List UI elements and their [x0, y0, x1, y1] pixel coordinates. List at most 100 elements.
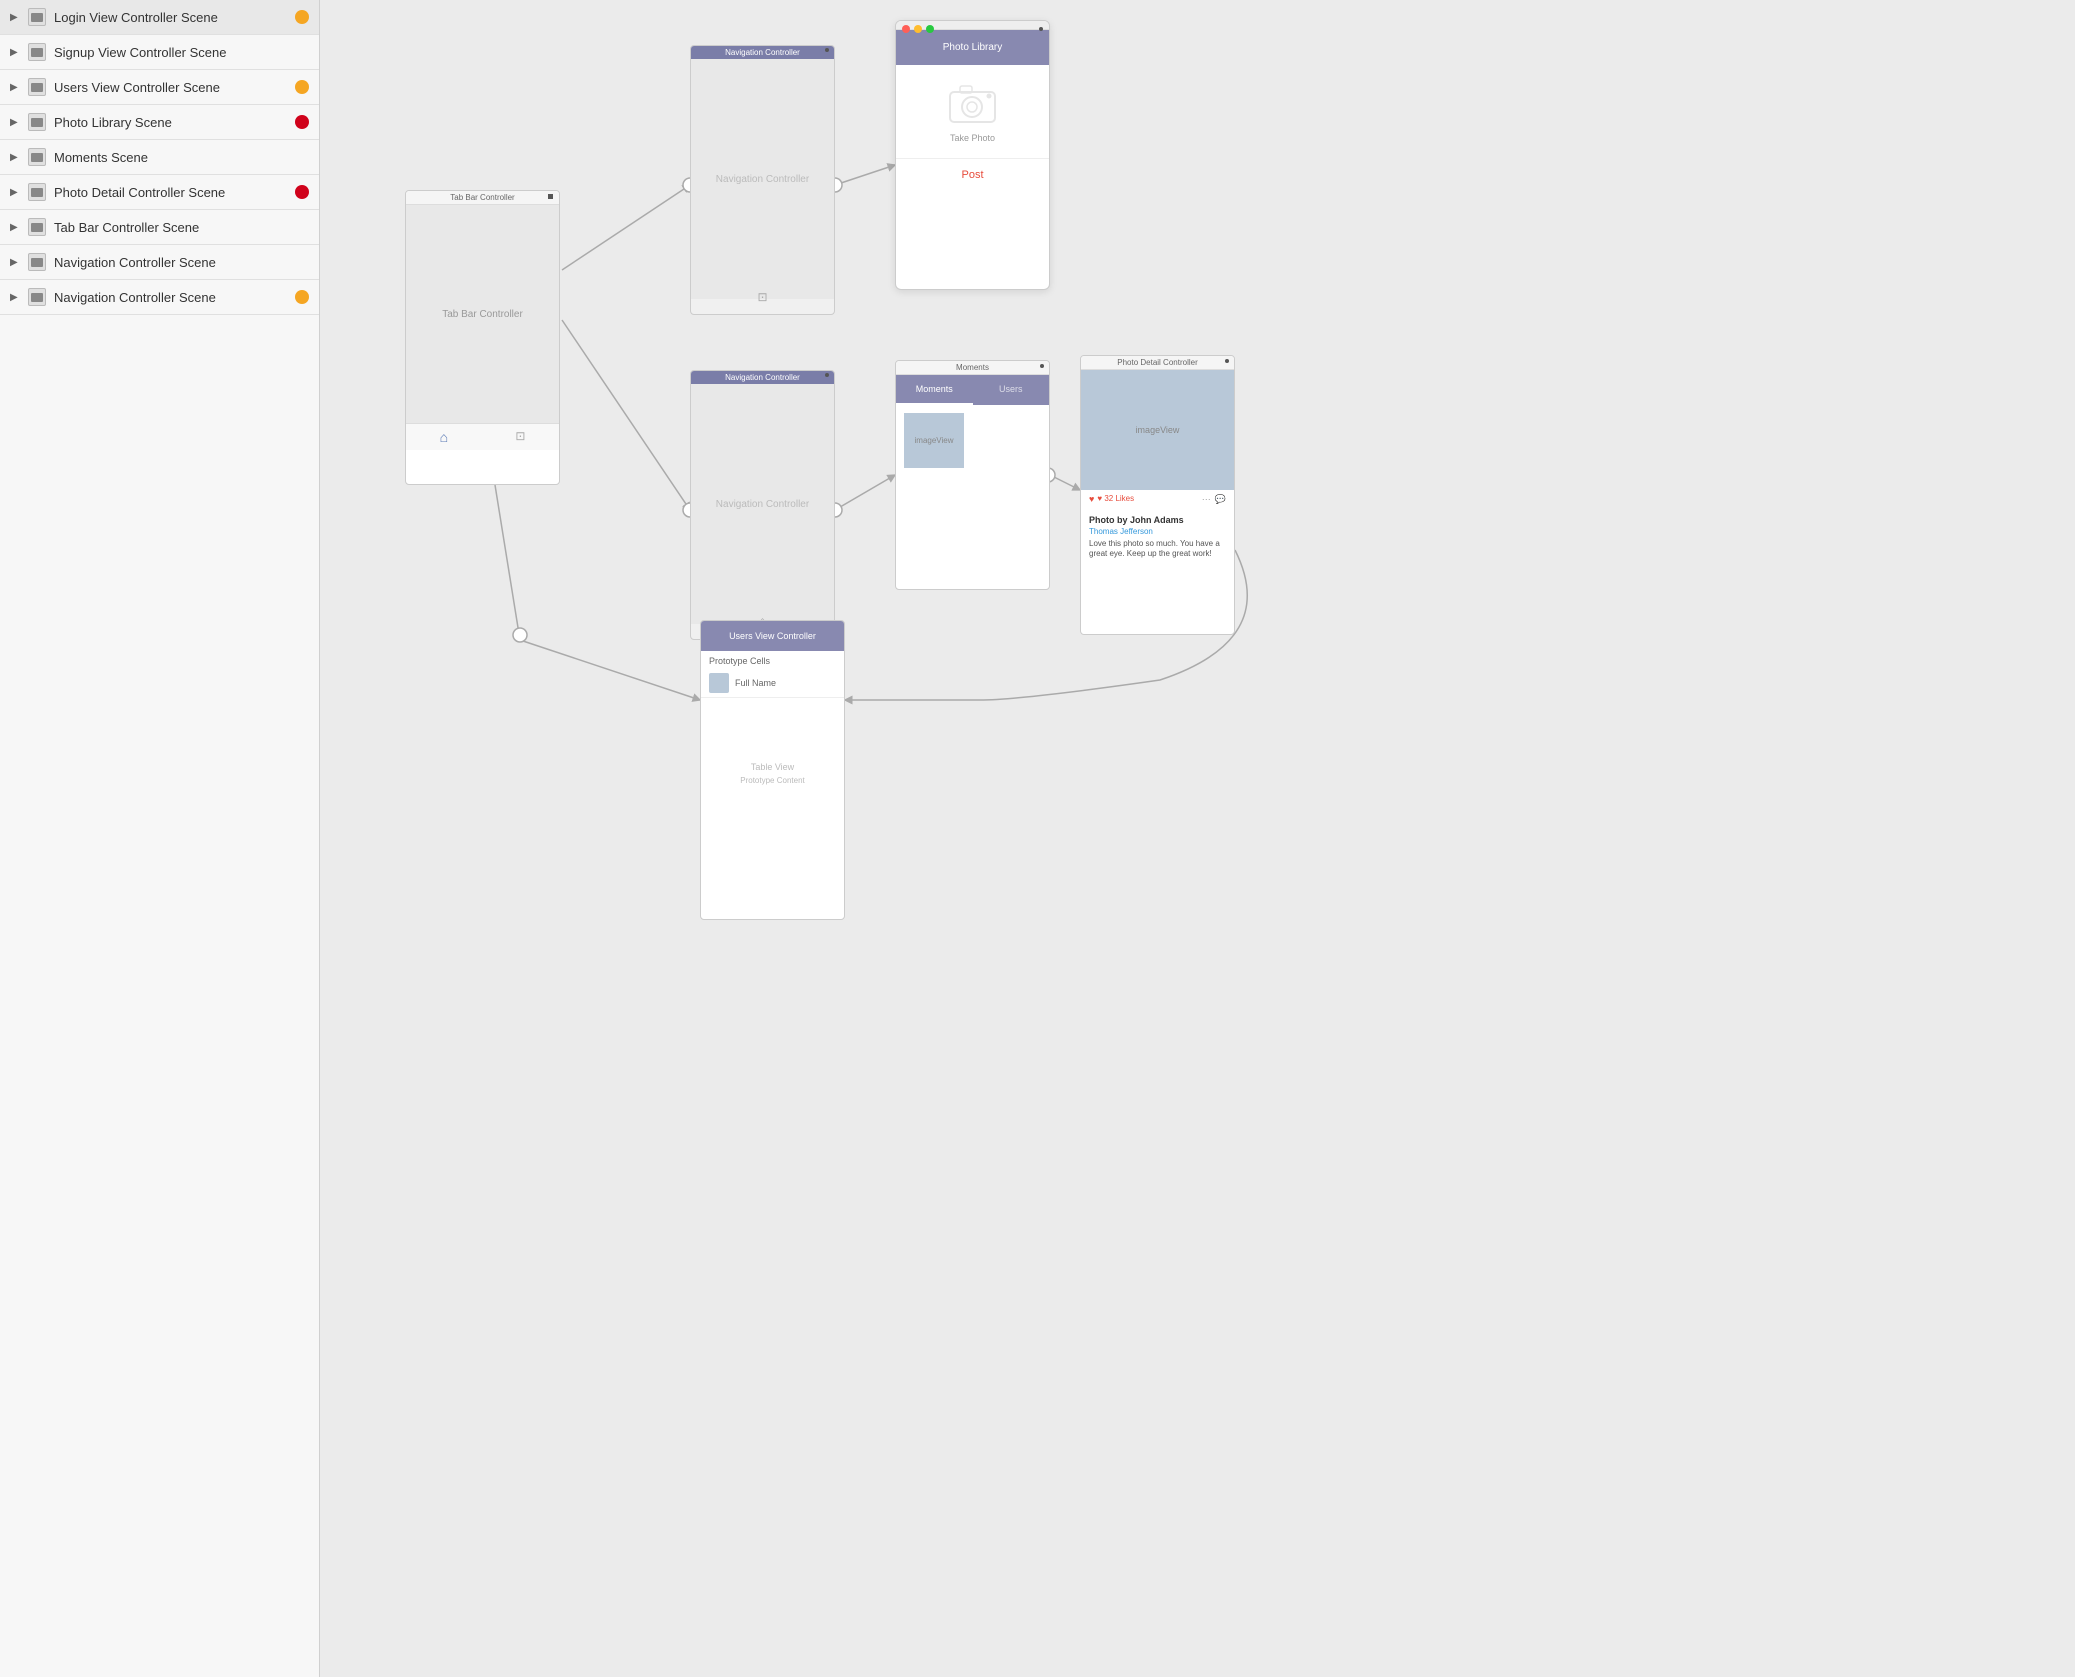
sidebar-label: Users View Controller Scene [54, 80, 287, 95]
nav-dot [825, 373, 829, 377]
view-controller-icon [28, 183, 46, 201]
photo-title: Photo by John Adams [1089, 515, 1226, 525]
sidebar-label: Tab Bar Controller Scene [54, 220, 309, 235]
view-controller-icon [28, 113, 46, 131]
users-cell-thumbnail [709, 673, 729, 693]
comment-icon: 💬 [1215, 494, 1226, 505]
camera-icon: ⊡ [515, 429, 525, 445]
table-prototype-label: Prototype Content [740, 776, 804, 785]
photo-detail-action-bar: ♥ ♥ 32 Likes ··· 💬 [1081, 490, 1234, 509]
moments-header-bar: Moments [896, 361, 1049, 375]
chevron-right-icon: ▶ [10, 82, 20, 93]
sidebar-item-tab-bar[interactable]: ▶ Tab Bar Controller Scene [0, 210, 319, 245]
chevron-right-icon: ▶ [10, 12, 20, 23]
nav-dot [825, 48, 829, 52]
users-nav-title: Users View Controller [729, 631, 816, 641]
take-photo-label: Take Photo [950, 133, 995, 143]
chevron-right-icon: ▶ [10, 222, 20, 233]
chevron-right-icon: ▶ [10, 47, 20, 58]
photo-library-camera-area: Take Photo [896, 65, 1049, 158]
storyboard-canvas[interactable]: Tab Bar Controller Tab Bar Controller ⌂ … [320, 0, 2075, 1677]
view-controller-icon [28, 253, 46, 271]
photo-comment: Love this photo so much. You have a grea… [1089, 539, 1226, 560]
heart-icon: ♥ [1089, 494, 1094, 505]
nav-controller-1: Navigation Controller Navigation Control… [690, 45, 835, 315]
photo-library-titlebar [896, 21, 1049, 30]
chevron-right-icon: ▶ [10, 152, 20, 163]
camera-indicator: ⊡ [757, 290, 767, 304]
sidebar-label: Navigation Controller Scene [54, 255, 309, 270]
photo-username: Thomas Jefferson [1089, 527, 1226, 536]
moments-image-view: imageView [904, 413, 964, 468]
moments-controller-label: Moments [956, 363, 989, 372]
status-badge [295, 10, 309, 24]
post-label: Post [896, 159, 1049, 191]
view-controller-icon [28, 288, 46, 306]
view-controller-icon [28, 8, 46, 26]
likes-label: ♥ 32 Likes [1097, 494, 1201, 505]
users-prototype-label: Prototype Cells [701, 651, 844, 669]
nav-controller-2-header: Navigation Controller [691, 371, 834, 384]
tab-bar-icons: ⌂ ⊡ [406, 423, 559, 450]
nav-dot [1039, 27, 1043, 31]
nav-controller-2-label: Navigation Controller [716, 499, 809, 510]
nav-dot [1225, 359, 1229, 363]
table-view-label: Table View [751, 762, 794, 772]
minimize-button [914, 25, 922, 33]
sidebar-item-photo-library[interactable]: ▶ Photo Library Scene [0, 105, 319, 140]
photo-library-scene: Photo Library Take Photo Post [895, 20, 1050, 290]
chevron-right-icon: ▶ [10, 257, 20, 268]
sidebar-label: Photo Detail Controller Scene [54, 185, 287, 200]
sidebar-item-nav1[interactable]: ▶ Navigation Controller Scene [0, 245, 319, 280]
sidebar-item-login[interactable]: ▶ Login View Controller Scene [0, 0, 319, 35]
photo-detail-image-label: imageView [1136, 425, 1180, 435]
nav-dot [548, 194, 553, 199]
chevron-right-icon: ▶ [10, 187, 20, 198]
users-cell: Full Name [701, 669, 844, 698]
users-cell-name: Full Name [735, 678, 776, 688]
photo-detail-scene: Photo Detail Controller imageView ♥ ♥ 32… [1080, 355, 1235, 635]
sidebar-item-photo-detail[interactable]: ▶ Photo Detail Controller Scene [0, 175, 319, 210]
chevron-right-icon: ▶ [10, 292, 20, 303]
moments-tabs: Moments Users [896, 375, 1049, 405]
photo-detail-header-bar: Photo Detail Controller [1081, 356, 1234, 370]
nav-controller-1-body: Navigation Controller ⊡ [691, 59, 834, 299]
nav-dot [1040, 364, 1044, 368]
sidebar: ▶ Login View Controller Scene ▶ Signup V… [0, 0, 320, 1677]
traffic-lights [896, 21, 940, 37]
tab-bar-controller-scene: Tab Bar Controller Tab Bar Controller ⌂ … [405, 190, 560, 485]
sidebar-label: Login View Controller Scene [54, 10, 287, 25]
view-controller-icon [28, 218, 46, 236]
home-icon: ⌂ [440, 429, 448, 445]
close-button [902, 25, 910, 33]
tab-bar-scene-content: Tab Bar Controller [406, 205, 559, 423]
users-table-view: Table View Prototype Content [701, 698, 844, 848]
sidebar-item-signup[interactable]: ▶ Signup View Controller Scene [0, 35, 319, 70]
tab-bar-label: Tab Bar Controller [442, 309, 523, 320]
users-view-controller-scene: Users View Controller Prototype Cells Fu… [700, 620, 845, 920]
nav-controller-1-label: Navigation Controller [716, 174, 809, 185]
users-nav-bar: Users View Controller [701, 621, 844, 651]
sidebar-item-users[interactable]: ▶ Users View Controller Scene [0, 70, 319, 105]
sidebar-label: Photo Library Scene [54, 115, 287, 130]
connections-layer [320, 0, 2075, 1500]
nav-controller-2-body: Navigation Controller ⌂ [691, 384, 834, 624]
chevron-right-icon: ▶ [10, 117, 20, 128]
sidebar-item-nav2[interactable]: ▶ Navigation Controller Scene [0, 280, 319, 315]
camera-icon [945, 80, 1000, 125]
view-controller-icon [28, 78, 46, 96]
photo-library-nav-title: Photo Library [943, 42, 1002, 53]
sidebar-label: Signup View Controller Scene [54, 45, 309, 60]
status-badge [295, 115, 309, 129]
nav-controller-2: Navigation Controller Navigation Control… [690, 370, 835, 640]
photo-detail-info: Photo by John Adams Thomas Jefferson Lov… [1081, 509, 1234, 566]
moments-tab-moments[interactable]: Moments [896, 375, 973, 405]
sidebar-item-moments[interactable]: ▶ Moments Scene [0, 140, 319, 175]
view-controller-icon [28, 43, 46, 61]
photo-detail-image-view: imageView [1081, 370, 1234, 490]
sidebar-label: Moments Scene [54, 150, 309, 165]
moments-tab-users[interactable]: Users [973, 375, 1050, 405]
nav-controller-1-header: Navigation Controller [691, 46, 834, 59]
status-badge [295, 185, 309, 199]
ellipsis-icon: ··· [1202, 494, 1211, 505]
